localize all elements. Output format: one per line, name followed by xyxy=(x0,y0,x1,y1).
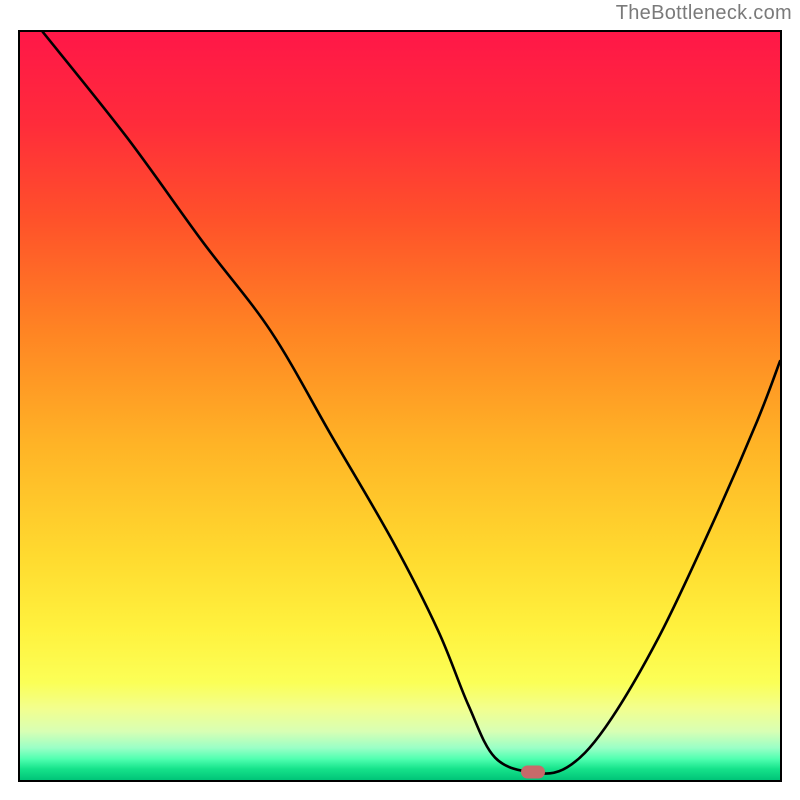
optimum-marker xyxy=(521,765,545,778)
stage: TheBottleneck.com xyxy=(0,0,800,800)
chart-svg xyxy=(20,32,780,780)
gradient-background xyxy=(20,32,780,780)
watermark-text: TheBottleneck.com xyxy=(616,2,792,25)
chart-area xyxy=(18,30,782,782)
